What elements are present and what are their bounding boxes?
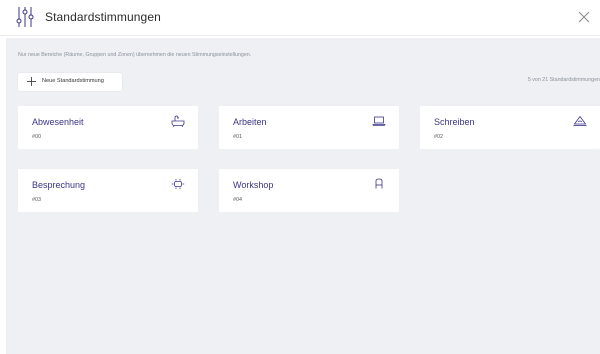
sliders-icon bbox=[16, 7, 34, 27]
mood-count: 5 von 21 Standardstimmungen bbox=[527, 77, 600, 83]
mood-card-abwesenheit[interactable]: Abwesenheit #00 bbox=[18, 106, 198, 149]
info-text: Nur neue Bereiche (Räume, Gruppen und Zo… bbox=[18, 52, 252, 58]
mood-name: Arbeiten bbox=[233, 117, 267, 127]
bathtub-icon bbox=[171, 115, 185, 127]
mood-name: Workshop bbox=[233, 180, 274, 190]
mood-name: Schreiben bbox=[434, 117, 475, 127]
mood-name: Besprechung bbox=[32, 180, 86, 190]
meeting-table-icon bbox=[171, 179, 185, 189]
mood-number: #00 bbox=[32, 134, 41, 140]
mood-number: #04 bbox=[233, 197, 242, 203]
new-mood-button-label: Neue Standardstimmung bbox=[42, 78, 104, 84]
new-mood-button[interactable]: Neue Standardstimmung bbox=[18, 73, 122, 91]
mood-number: #02 bbox=[434, 134, 443, 140]
dialog-header: Standardstimmungen bbox=[0, 0, 600, 36]
mood-name: Abwesenheit bbox=[32, 117, 84, 127]
mood-number: #01 bbox=[233, 134, 242, 140]
close-icon[interactable] bbox=[578, 11, 590, 23]
mood-card-schreiben[interactable]: Schreiben #02 bbox=[420, 106, 600, 149]
desk-lamp-icon bbox=[573, 115, 587, 126]
mood-card-workshop[interactable]: Workshop #04 bbox=[219, 169, 399, 212]
dialog-title: Standardstimmungen bbox=[45, 10, 161, 24]
plus-icon bbox=[27, 77, 36, 86]
chair-icon bbox=[375, 178, 383, 189]
mood-card-besprechung[interactable]: Besprechung #03 bbox=[18, 169, 198, 212]
moods-panel: Nur neue Bereiche (Räume, Gruppen und Zo… bbox=[6, 38, 600, 354]
mood-card-arbeiten[interactable]: Arbeiten #01 bbox=[219, 106, 399, 149]
mood-number: #03 bbox=[32, 197, 41, 203]
laptop-icon bbox=[372, 116, 386, 126]
